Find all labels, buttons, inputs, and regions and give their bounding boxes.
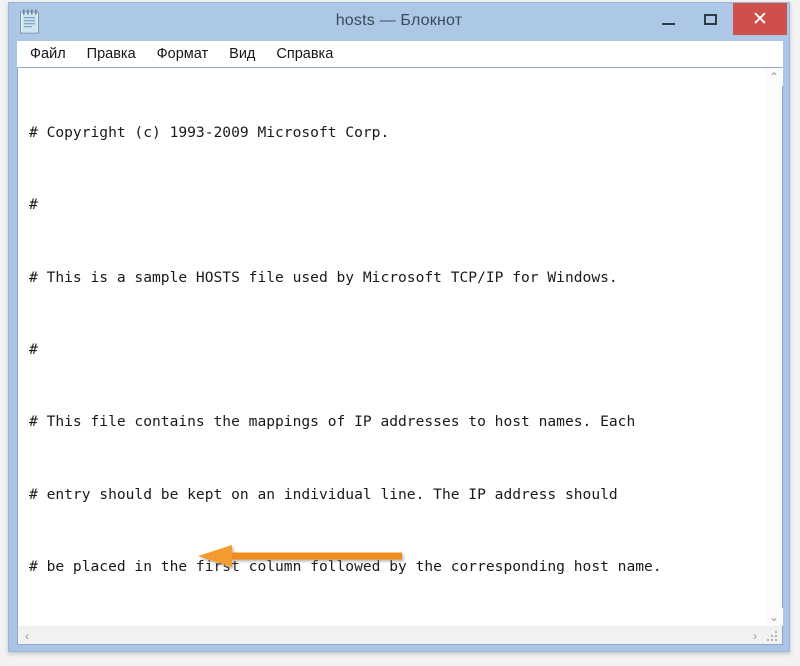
- horizontal-scrollbar[interactable]: ‹ ›: [18, 626, 764, 644]
- menu-item-view[interactable]: Вид: [229, 46, 255, 62]
- text-line: # This file contains the mappings of IP …: [29, 413, 636, 431]
- minimize-icon: [661, 22, 675, 25]
- text-content: # Copyright (c) 1993-2009 Microsoft Corp…: [29, 73, 764, 626]
- close-button[interactable]: ✕: [733, 3, 787, 35]
- menu-item-help[interactable]: Справка: [276, 46, 333, 62]
- text-line: #: [29, 341, 38, 359]
- resize-grip[interactable]: [764, 626, 782, 644]
- text-editor[interactable]: # Copyright (c) 1993-2009 Microsoft Corp…: [18, 68, 764, 626]
- text-line: # This is a sample HOSTS file used by Mi…: [29, 268, 618, 286]
- scroll-down-icon[interactable]: ⌄: [765, 608, 783, 626]
- text-line: # entry should be kept on an individual …: [29, 485, 618, 503]
- text-line: #: [29, 196, 38, 214]
- text-line: # be placed in the first column followed…: [29, 557, 662, 575]
- menu-item-format[interactable]: Формат: [157, 46, 209, 62]
- title-bar: hosts — Блокнот ✕: [9, 3, 789, 41]
- minimize-button[interactable]: [647, 4, 689, 35]
- menu-item-edit[interactable]: Правка: [87, 46, 136, 62]
- maximize-icon: [703, 14, 717, 25]
- scroll-left-icon[interactable]: ‹: [18, 627, 36, 644]
- text-line: # Copyright (c) 1993-2009 Microsoft Corp…: [29, 124, 390, 142]
- menu-item-file[interactable]: Файл: [30, 46, 66, 62]
- menu-bar: Файл Правка Формат Вид Справка: [17, 41, 783, 67]
- maximize-button[interactable]: [689, 4, 731, 35]
- close-icon: ✕: [752, 8, 768, 30]
- scroll-right-icon[interactable]: ›: [746, 627, 764, 644]
- screen: hosts — Блокнот ✕ Файл Правка Формат Вид…: [0, 0, 800, 666]
- vertical-scrollbar[interactable]: ⌃ ⌄: [764, 68, 783, 626]
- notepad-window: hosts — Блокнот ✕ Файл Правка Формат Вид…: [8, 2, 790, 652]
- editor-frame: # Copyright (c) 1993-2009 Microsoft Corp…: [17, 67, 783, 645]
- scroll-up-icon[interactable]: ⌃: [765, 68, 783, 86]
- vertical-scroll-track[interactable]: [765, 86, 782, 608]
